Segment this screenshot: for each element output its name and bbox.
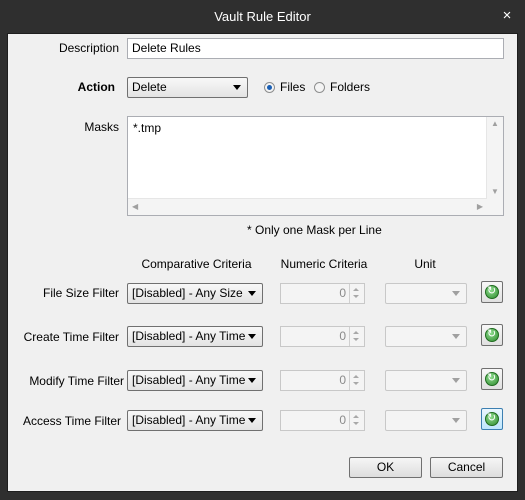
chevron-down-icon: [452, 378, 460, 383]
scroll-corner: [487, 199, 503, 215]
masks-hint: * Only one Mask per Line: [247, 223, 382, 237]
masks-textarea[interactable]: *.tmp ▲ ▼ ◀ ▶: [127, 116, 504, 216]
file-size-unit-select[interactable]: [385, 283, 467, 304]
stepper-down-icon[interactable]: [353, 422, 359, 425]
scroll-right-icon[interactable]: ▶: [477, 203, 483, 211]
refresh-icon: [485, 327, 499, 342]
stepper-buttons[interactable]: [349, 327, 364, 346]
action-select[interactable]: Delete: [127, 77, 248, 98]
create-time-filter-label: Create Time Filter: [23, 330, 119, 344]
file-size-numeric-stepper[interactable]: 0: [280, 283, 365, 304]
folders-radio[interactable]: [314, 82, 325, 93]
access-time-reset-button[interactable]: [481, 408, 503, 430]
scroll-left-icon[interactable]: ◀: [132, 203, 138, 211]
ok-button[interactable]: OK: [349, 457, 422, 478]
chevron-down-icon: [452, 418, 460, 423]
chevron-down-icon: [452, 291, 460, 296]
chevron-down-icon: [248, 418, 256, 423]
access-time-criteria-select[interactable]: [Disabled] - Any Time: [127, 410, 263, 431]
refresh-icon: [485, 284, 499, 299]
refresh-icon: [485, 371, 499, 386]
comparative-criteria-header: Comparative Criteria: [141, 257, 252, 271]
access-time-numeric-stepper[interactable]: 0: [280, 410, 365, 431]
modify-time-criteria-value: [Disabled] - Any Time: [132, 373, 246, 387]
vault-rule-editor-window: Vault Rule Editor × Description Delete R…: [0, 0, 525, 500]
stepper-up-icon[interactable]: [353, 375, 359, 378]
file-size-criteria-value: [Disabled] - Any Size: [132, 286, 243, 300]
folders-label: Folders: [330, 80, 371, 94]
window-title: Vault Rule Editor: [214, 9, 311, 24]
stepper-up-icon[interactable]: [353, 415, 359, 418]
description-field[interactable]: Delete Rules: [127, 38, 504, 59]
modify-time-criteria-select[interactable]: [Disabled] - Any Time: [127, 370, 263, 391]
stepper-up-icon[interactable]: [353, 288, 359, 291]
stepper-down-icon[interactable]: [353, 295, 359, 298]
files-radio[interactable]: [264, 82, 275, 93]
modify-time-filter-label: Modify Time Filter: [29, 374, 124, 388]
create-time-numeric-stepper[interactable]: 0: [280, 326, 365, 347]
stepper-down-icon[interactable]: [353, 382, 359, 385]
modify-time-reset-button[interactable]: [481, 368, 503, 390]
masks-vertical-scrollbar[interactable]: ▲ ▼: [486, 117, 503, 199]
stepper-buttons[interactable]: [349, 371, 364, 390]
numeric-criteria-header: Numeric Criteria: [280, 257, 368, 271]
files-label: Files: [280, 80, 306, 94]
access-time-filter-label: Access Time Filter: [22, 414, 121, 428]
stepper-up-icon[interactable]: [353, 331, 359, 334]
chevron-down-icon: [248, 378, 256, 383]
create-time-unit-select[interactable]: [385, 326, 467, 347]
create-time-numeric-value: 0: [339, 329, 346, 343]
file-size-numeric-value: 0: [339, 286, 346, 300]
create-time-reset-button[interactable]: [481, 324, 503, 346]
chevron-down-icon: [452, 334, 460, 339]
stepper-down-icon[interactable]: [353, 338, 359, 341]
stepper-buttons[interactable]: [349, 284, 364, 303]
masks-label: Masks: [84, 120, 119, 134]
chevron-down-icon: [248, 334, 256, 339]
modify-time-numeric-stepper[interactable]: 0: [280, 370, 365, 391]
unit-header: Unit: [414, 257, 436, 271]
action-select-value: Delete: [132, 80, 167, 94]
masks-horizontal-scrollbar[interactable]: ◀ ▶: [128, 198, 487, 215]
access-time-numeric-value: 0: [339, 413, 346, 427]
file-size-reset-button[interactable]: [481, 281, 503, 303]
stepper-buttons[interactable]: [349, 411, 364, 430]
chevron-down-icon: [233, 85, 241, 90]
masks-text: *.tmp: [133, 121, 162, 135]
refresh-icon: [485, 411, 499, 426]
scroll-up-icon[interactable]: ▲: [491, 120, 499, 128]
modify-time-unit-select[interactable]: [385, 370, 467, 391]
scroll-down-icon[interactable]: ▼: [491, 188, 499, 196]
close-icon[interactable]: ×: [499, 8, 515, 24]
modify-time-numeric-value: 0: [339, 373, 346, 387]
create-time-criteria-select[interactable]: [Disabled] - Any Time: [127, 326, 263, 347]
file-size-criteria-select[interactable]: [Disabled] - Any Size: [127, 283, 263, 304]
access-time-criteria-value: [Disabled] - Any Time: [132, 413, 246, 427]
action-label: Action: [77, 80, 115, 94]
dialog-body: Description Delete Rules Action Delete F…: [7, 33, 518, 492]
file-size-filter-label: File Size Filter: [42, 286, 119, 300]
chevron-down-icon: [248, 291, 256, 296]
cancel-button[interactable]: Cancel: [430, 457, 503, 478]
access-time-unit-select[interactable]: [385, 410, 467, 431]
description-label: Description: [58, 41, 119, 55]
create-time-criteria-value: [Disabled] - Any Time: [132, 329, 246, 343]
